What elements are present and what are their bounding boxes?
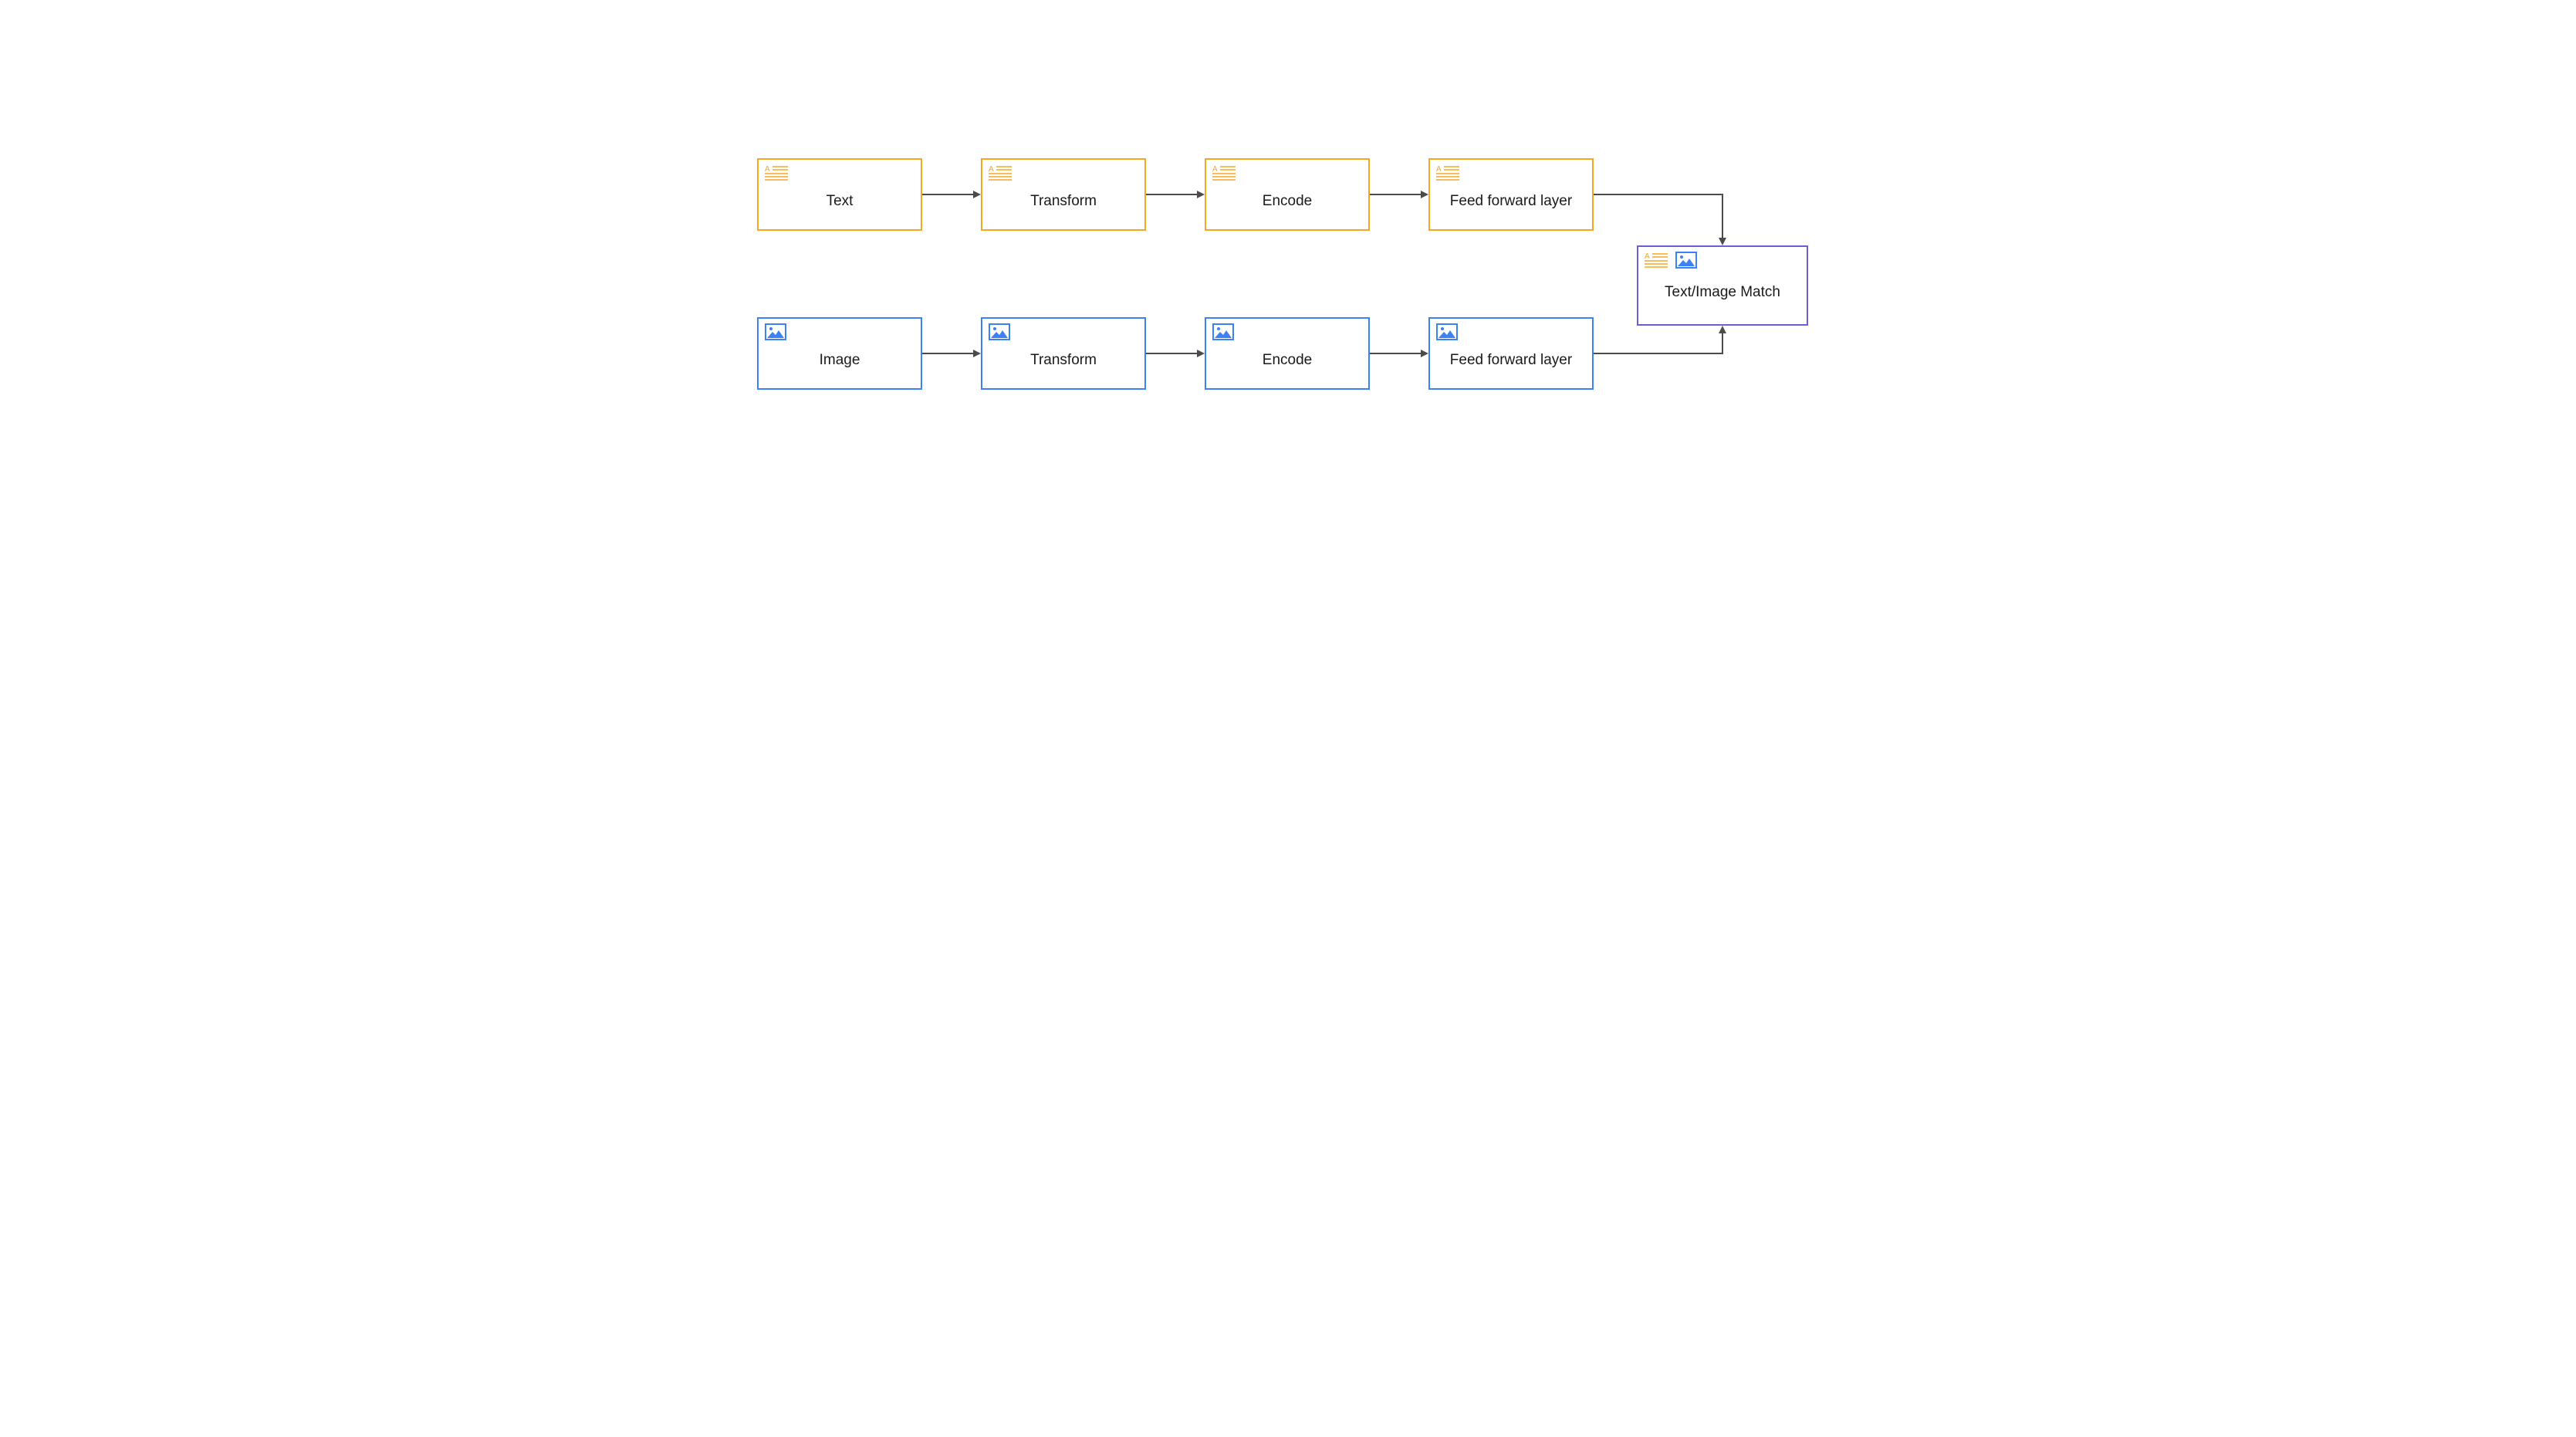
node-label: Feed forward layer	[1450, 193, 1572, 210]
text-lines-icon: A	[765, 164, 789, 183]
node-image-feed-forward: Feed forward layer	[1428, 317, 1594, 390]
arrow-text-input-to-transform	[922, 190, 981, 199]
image-icon	[1436, 323, 1458, 340]
svg-text:A: A	[1212, 165, 1218, 174]
image-icon	[1212, 323, 1234, 340]
arrow-image-transform-to-encode	[1146, 349, 1205, 358]
node-output-match: A Text/Image Match	[1637, 245, 1808, 326]
svg-text:A: A	[1436, 165, 1442, 174]
node-label: Transform	[1030, 352, 1097, 369]
image-icon	[989, 323, 1010, 340]
image-icon	[1675, 252, 1697, 269]
svg-text:A: A	[989, 165, 994, 174]
node-image-transform: Transform	[981, 317, 1146, 390]
arrow-image-input-to-transform	[922, 349, 981, 358]
node-label: Encode	[1263, 193, 1312, 210]
text-lines-icon: A	[1645, 252, 1669, 270]
diagram-canvas: A Text A Transform A Encode A Feed forwa…	[732, 0, 1844, 620]
arrow-text-encode-to-ff	[1370, 190, 1428, 199]
node-image-input: Image	[757, 317, 922, 390]
node-text-feed-forward: A Feed forward layer	[1428, 158, 1594, 231]
node-image-encode: Encode	[1205, 317, 1370, 390]
node-label: Text	[827, 193, 854, 210]
arrow-image-encode-to-ff	[1370, 349, 1428, 358]
icon-pair: A	[1645, 252, 1697, 270]
svg-text:A: A	[765, 165, 770, 174]
arrow-text-ff-to-match	[1594, 190, 1733, 252]
text-lines-icon: A	[1212, 164, 1237, 183]
text-lines-icon: A	[1436, 164, 1461, 183]
node-label: Feed forward layer	[1450, 352, 1572, 369]
node-label: Text/Image Match	[1665, 284, 1780, 301]
node-text-input: A Text	[757, 158, 922, 231]
node-label: Image	[820, 352, 860, 369]
node-label: Transform	[1030, 193, 1097, 210]
arrow-image-ff-to-match	[1594, 320, 1733, 360]
node-text-transform: A Transform	[981, 158, 1146, 231]
node-text-encode: A Encode	[1205, 158, 1370, 231]
svg-text:A: A	[1645, 252, 1650, 261]
node-label: Encode	[1263, 352, 1312, 369]
arrow-text-transform-to-encode	[1146, 190, 1205, 199]
text-lines-icon: A	[989, 164, 1013, 183]
image-icon	[765, 323, 786, 340]
